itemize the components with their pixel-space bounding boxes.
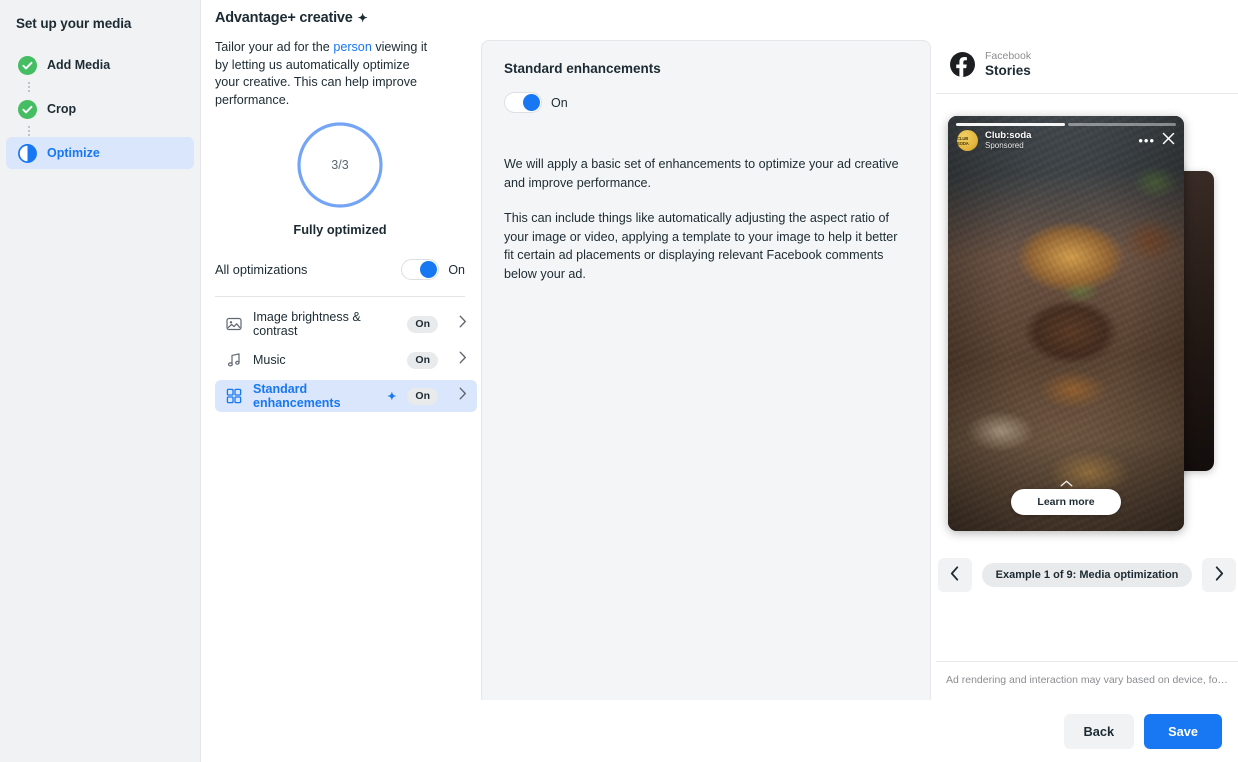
music-note-icon — [226, 352, 242, 368]
advertiser-info: Club:soda Sponsored — [985, 130, 1131, 151]
dialog-content: Advantage+ creative ✦ Tailor your ad for… — [201, 0, 1238, 705]
half-circle-icon — [18, 143, 37, 163]
toggle-knob — [420, 261, 438, 278]
setup-sidebar: Set up your media Add Media Crop Optimiz… — [0, 0, 201, 762]
optimize-options-column: Advantage+ creative ✦ Tailor your ad for… — [201, 0, 477, 700]
sidebar-step-label: Crop — [47, 102, 77, 116]
optimization-item-standard-enhancements[interactable]: Standard enhancements ✦ On — [215, 380, 477, 412]
detail-panel-title: Standard enhancements — [504, 61, 661, 76]
status-badge: On — [407, 315, 438, 333]
chevron-right-icon — [1215, 566, 1224, 584]
detail-toggle-row: On — [504, 92, 908, 113]
optimization-progress: 3/3 Fully optimized — [215, 119, 465, 237]
sidebar-step-label: Add Media — [47, 58, 111, 72]
carousel-example-label: Example 1 of 9: Media optimization — [981, 563, 1193, 587]
all-optimizations-label: All optimizations — [215, 262, 308, 277]
step-connector-1 — [27, 81, 30, 93]
preview-carousel-controls: Example 1 of 9: Media optimization — [937, 558, 1237, 592]
description-text-before: Tailor your ad for the — [215, 40, 334, 54]
story-close-icon[interactable] — [1162, 132, 1175, 150]
back-button[interactable]: Back — [1063, 713, 1135, 749]
preview-disclaimer: Ad rendering and interaction may vary ba… — [936, 661, 1238, 700]
story-more-options-icon[interactable]: ••• — [1138, 134, 1155, 147]
previous-example-button[interactable] — [937, 558, 972, 592]
story-preview-card: CLUB SODA Club:soda Sponsored ••• Learn … — [948, 116, 1184, 531]
optimization-item-music[interactable]: Music On — [215, 344, 477, 376]
progress-ring-value: 3/3 — [331, 158, 349, 172]
optimization-item-label: Standard enhancements ✦ — [253, 382, 396, 410]
sparkle-icon: ✦ — [357, 11, 368, 25]
all-optimizations-row: All optimizations On — [215, 259, 465, 297]
facebook-logo-icon — [950, 52, 975, 77]
optimization-item-image-brightness[interactable]: Image brightness & contrast On — [215, 308, 477, 340]
standard-enhancements-detail-panel: Standard enhancements On We will apply a… — [481, 40, 931, 705]
preview-placement: Stories — [985, 63, 1031, 78]
optimization-label-text: Music — [253, 353, 286, 367]
detail-panel-body: We will apply a basic set of enhancement… — [504, 155, 908, 283]
status-badge: On — [407, 387, 438, 405]
all-optimizations-toggle[interactable] — [401, 259, 440, 280]
next-example-button[interactable] — [1202, 558, 1237, 592]
story-progress-segment — [1067, 123, 1176, 126]
learn-more-button[interactable]: Learn more — [1011, 489, 1121, 515]
story-cta-area: Learn more — [948, 480, 1184, 515]
ad-preview-panel: Facebook Stories CLUB SODA Club:soda Spo… — [936, 0, 1238, 700]
advantage-plus-description: Tailor your ad for the person viewing it… — [215, 39, 435, 109]
all-optimizations-state: On — [448, 262, 465, 277]
chevron-up-icon — [1060, 480, 1073, 487]
main-area: Advantage+ creative ✦ Tailor your ad for… — [201, 0, 1238, 762]
sidebar-step-optimize[interactable]: Optimize — [6, 137, 194, 169]
optimization-list: Image brightness & contrast On Music On — [215, 308, 477, 412]
optimization-label-text: Image brightness & contrast — [253, 310, 361, 338]
chevron-right-icon — [459, 315, 467, 333]
optimization-label-text: Standard enhancements — [253, 382, 341, 410]
preview-placement-text: Facebook Stories — [985, 50, 1031, 79]
check-circle-icon — [18, 55, 37, 75]
chevron-left-icon — [950, 566, 959, 584]
chevron-right-icon — [459, 351, 467, 369]
optimization-item-label: Music — [253, 353, 396, 367]
image-icon — [226, 316, 242, 332]
sponsored-label: Sponsored — [985, 141, 1024, 150]
story-header: CLUB SODA Club:soda Sponsored ••• — [957, 130, 1175, 151]
image-vignette-overlay — [948, 116, 1184, 531]
sparkle-icon: ✦ — [387, 390, 397, 403]
story-preview-stage: ••• CLUB SODA Club:sod — [936, 116, 1238, 592]
sidebar-title: Set up your media — [16, 16, 132, 31]
check-circle-icon — [18, 99, 37, 119]
story-progress-bars — [956, 123, 1176, 126]
dialog-footer: Back Save — [201, 700, 1238, 762]
chevron-right-icon — [459, 387, 467, 405]
standard-enhancements-toggle-state: On — [551, 95, 568, 110]
preview-platform: Facebook — [985, 50, 1032, 62]
optimization-item-label: Image brightness & contrast — [253, 310, 396, 338]
person-link[interactable]: person — [333, 40, 372, 54]
sidebar-step-crop[interactable]: Crop — [6, 93, 194, 125]
sidebar-step-label: Optimize — [47, 146, 100, 160]
toggle-knob — [523, 94, 540, 111]
advantage-plus-creative-dialog: Set up your media Add Media Crop Optimiz… — [0, 0, 1238, 762]
advertiser-name: Club:soda — [985, 130, 1032, 141]
story-progress-segment — [956, 123, 1065, 126]
progress-caption: Fully optimized — [293, 222, 387, 237]
detail-paragraph-2: This can include things like automatical… — [504, 211, 898, 281]
advantage-plus-title-text: Advantage+ creative — [215, 10, 353, 26]
step-connector-2 — [27, 125, 30, 137]
detail-paragraph-1: We will apply a basic set of enhancement… — [504, 157, 899, 190]
save-button[interactable]: Save — [1144, 713, 1222, 749]
step-list: Add Media Crop Optimize — [0, 49, 200, 169]
advertiser-avatar: CLUB SODA — [957, 130, 978, 151]
advantage-plus-title: Advantage+ creative ✦ — [215, 10, 476, 26]
standard-enhancements-toggle[interactable] — [504, 92, 542, 113]
status-badge: On — [407, 351, 438, 369]
progress-ring: 3/3 — [294, 119, 386, 211]
sidebar-step-add-media[interactable]: Add Media — [6, 49, 194, 81]
template-grid-icon — [226, 388, 242, 404]
preview-placement-header: Facebook Stories — [936, 0, 1238, 94]
